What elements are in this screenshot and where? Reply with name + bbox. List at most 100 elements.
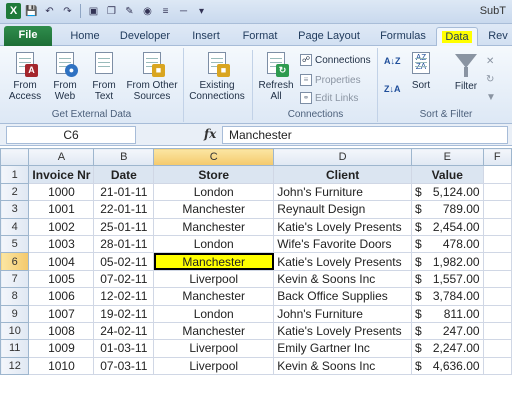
- cell-date[interactable]: 28-01-11: [93, 234, 155, 254]
- redo-icon[interactable]: ↷: [60, 3, 75, 19]
- clear-filter-button[interactable]: ✕: [486, 56, 494, 67]
- reapply-filter-button[interactable]: ↻: [486, 74, 494, 85]
- cell[interactable]: [482, 356, 512, 376]
- row-header[interactable]: 4: [0, 217, 30, 236]
- cell-value[interactable]: $789.00: [410, 200, 484, 219]
- cell-client[interactable]: Katie's Lovely Presents: [273, 252, 412, 271]
- tab-developer[interactable]: Developer: [114, 27, 176, 46]
- cell-store[interactable]: London: [153, 304, 275, 323]
- cell-date[interactable]: 22-01-11: [93, 200, 155, 219]
- row-header[interactable]: 5: [0, 234, 30, 254]
- edit-links-button[interactable]: ⚭ Edit Links: [300, 92, 358, 104]
- cell-value[interactable]: $1,982.00: [410, 252, 484, 271]
- excel-logo-icon[interactable]: X: [6, 3, 21, 19]
- cell-client[interactable]: Wife's Favorite Doors: [273, 234, 412, 254]
- cell-value[interactable]: $478.00: [410, 234, 484, 254]
- column-header-e[interactable]: E: [410, 147, 484, 167]
- from-text-button[interactable]: From Text: [86, 50, 122, 102]
- name-box[interactable]: C6: [6, 126, 136, 144]
- cell-invoice[interactable]: 1002: [28, 217, 95, 236]
- cell-date[interactable]: 05-02-11: [93, 252, 155, 271]
- cell-invoice[interactable]: 1007: [28, 304, 95, 323]
- select-all-corner[interactable]: [0, 147, 30, 167]
- sort-z-to-a-button[interactable]: Z↓A: [384, 84, 401, 94]
- cell-date[interactable]: 12-02-11: [93, 287, 155, 306]
- cell-client[interactable]: John's Furniture: [273, 304, 412, 323]
- undo-icon[interactable]: ↶: [42, 3, 57, 19]
- cell[interactable]: [482, 217, 512, 236]
- cell[interactable]: [482, 321, 512, 341]
- cell-invoice[interactable]: 1009: [28, 339, 95, 358]
- cell-invoice[interactable]: 1006: [28, 287, 95, 306]
- cell[interactable]: [482, 304, 512, 323]
- row-header[interactable]: 11: [0, 339, 30, 358]
- tab-page-layout[interactable]: Page Layout: [292, 27, 366, 46]
- cell-store[interactable]: London: [153, 182, 275, 202]
- copy-icon[interactable]: ❐: [104, 3, 119, 19]
- line-icon[interactable]: ─: [176, 3, 191, 19]
- cell[interactable]: [482, 234, 512, 254]
- cell[interactable]: [482, 287, 512, 306]
- column-header-d[interactable]: D: [273, 147, 412, 167]
- paste-icon[interactable]: ✎: [122, 3, 137, 19]
- tab-file[interactable]: File: [4, 26, 52, 46]
- connections-button[interactable]: ☍ Connections: [300, 54, 371, 66]
- row-header[interactable]: 12: [0, 356, 30, 376]
- row-header[interactable]: 7: [0, 269, 30, 289]
- cell-date[interactable]: 01-03-11: [93, 339, 155, 358]
- cell-client[interactable]: Back Office Supplies: [273, 287, 412, 306]
- cell-value[interactable]: $247.00: [410, 321, 484, 341]
- cell-invoice[interactable]: 1008: [28, 321, 95, 341]
- cell-date[interactable]: 07-02-11: [93, 269, 155, 289]
- cell-value[interactable]: $2,454.00: [410, 217, 484, 236]
- column-header-f[interactable]: F: [482, 147, 512, 167]
- cell-invoice[interactable]: 1004: [28, 252, 95, 271]
- existing-connections-button[interactable]: ■ Existing Connections: [186, 50, 248, 102]
- advanced-filter-button[interactable]: ▼: [486, 92, 496, 103]
- row-header[interactable]: 3: [0, 200, 30, 219]
- record-icon[interactable]: ◉: [140, 3, 155, 19]
- cell-client[interactable]: Katie's Lovely Presents: [273, 217, 412, 236]
- header-cell-date[interactable]: Date: [93, 165, 155, 184]
- cell-client[interactable]: Reynault Design: [273, 200, 412, 219]
- cell[interactable]: [482, 165, 512, 184]
- properties-button[interactable]: ≡ Properties: [300, 74, 361, 86]
- sort-button[interactable]: AZ ZA Sort: [406, 50, 436, 91]
- cell-invoice[interactable]: 1005: [28, 269, 95, 289]
- cell-date[interactable]: 07-03-11: [93, 356, 155, 376]
- cell-store[interactable]: Liverpool: [153, 356, 275, 376]
- cell-store[interactable]: Manchester: [153, 217, 275, 236]
- cell-store[interactable]: Liverpool: [153, 339, 275, 358]
- refresh-all-button[interactable]: ↻ Refresh All: [256, 50, 296, 102]
- cell-store[interactable]: Liverpool: [153, 269, 275, 289]
- cell-client[interactable]: John's Furniture: [273, 182, 412, 202]
- tab-home[interactable]: Home: [62, 27, 108, 46]
- header-cell-client[interactable]: Client: [273, 165, 412, 184]
- column-header-c[interactable]: C: [153, 147, 275, 167]
- row-header[interactable]: 8: [0, 287, 30, 306]
- cell-value[interactable]: $2,247.00: [410, 339, 484, 358]
- filter-button[interactable]: Filter: [450, 50, 482, 92]
- cell[interactable]: [482, 252, 512, 271]
- tab-format[interactable]: Format: [236, 27, 284, 46]
- cell-value[interactable]: $811.00: [410, 304, 484, 323]
- row-header[interactable]: 2: [0, 182, 30, 202]
- header-cell-invoice[interactable]: Invoice Nr: [28, 165, 95, 184]
- cell-client[interactable]: Kevin & Soons Inc: [273, 356, 412, 376]
- cell-date[interactable]: 24-02-11: [93, 321, 155, 341]
- row-header[interactable]: 6: [0, 252, 30, 271]
- cell-date[interactable]: 21-01-11: [93, 182, 155, 202]
- cell-value[interactable]: $4,636.00: [410, 356, 484, 376]
- cell-invoice[interactable]: 1000: [28, 182, 95, 202]
- header-cell-store[interactable]: Store: [153, 165, 275, 184]
- cell-client[interactable]: Emily Gartner Inc: [273, 339, 412, 358]
- row-header[interactable]: 9: [0, 304, 30, 323]
- tab-insert[interactable]: Insert: [184, 27, 228, 46]
- from-web-button[interactable]: ● From Web: [46, 50, 84, 102]
- customize-icon[interactable]: ▾: [194, 3, 209, 19]
- cell[interactable]: [482, 269, 512, 289]
- from-access-button[interactable]: A From Access: [6, 50, 44, 102]
- fx-icon[interactable]: fx: [204, 127, 216, 141]
- sort-a-to-z-button[interactable]: A↓Z: [384, 56, 401, 66]
- column-header-b[interactable]: B: [93, 147, 155, 167]
